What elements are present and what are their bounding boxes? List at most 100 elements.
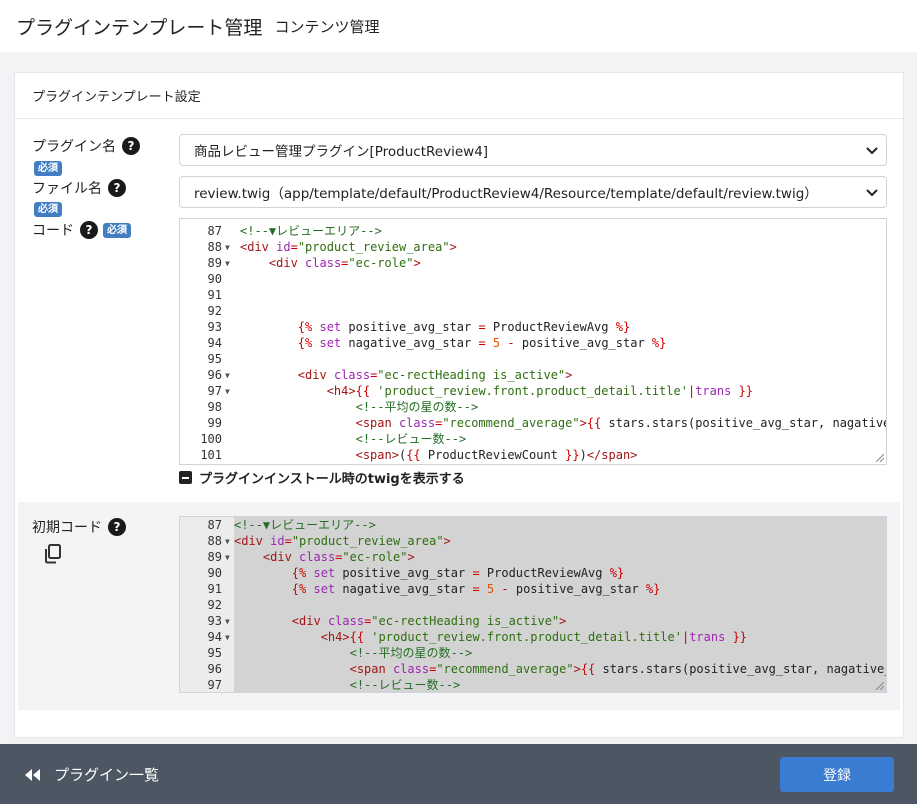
question-circle-icon[interactable]: ? [80, 221, 98, 239]
code-line: 92 [180, 597, 886, 613]
code-text: <div class="ec-role"> [268, 256, 421, 270]
action-footer: プラグイン一覧 登録 [0, 744, 917, 804]
line-number: 96 [207, 368, 222, 382]
page-subtitle: コンテンツ管理 [274, 17, 380, 36]
initial-code-editor[interactable]: 87 <!--▼レビューエリア--> 88 ▼ <div id="product_rev… [179, 516, 887, 693]
code-line: 87 <!--▼レビューエリア--> [180, 517, 886, 533]
fold-arrow-icon[interactable]: ▼ [225, 368, 230, 384]
line-number: 97 [207, 678, 222, 692]
file-select-value: review.twig（app/template/default/Product… [194, 186, 818, 202]
fold-arrow-icon[interactable]: ▼ [225, 534, 230, 550]
code-line: 88 ▼ <div id="product_review_area"> [180, 533, 886, 549]
page-header: プラグインテンプレート管理 コンテンツ管理 [0, 0, 917, 52]
code-text: <!--平均の星の数--> [355, 400, 479, 414]
toggle-label: プラグインインストール時のtwigを表示する [199, 472, 465, 487]
page-title: プラグインテンプレート管理 [16, 16, 263, 39]
fold-arrow-icon[interactable]: ▼ [225, 240, 230, 256]
question-circle-icon[interactable]: ? [108, 179, 126, 197]
code-line: 97 <!--レビュー数--> [180, 677, 886, 692]
code-line: 101 <span>({{ ProductReviewCount }})</sp… [180, 447, 886, 463]
code-text: <h4>{{ 'product_review.front.product_det… [326, 384, 754, 398]
file-name-label: ファイル名 ? [32, 178, 126, 198]
code-line: 88 ▼ <div id="product_review_area"> [180, 239, 886, 255]
code-line: 95 <!--平均の星の数--> [180, 645, 886, 661]
line-number: 88 [207, 240, 222, 254]
line-number: 87 [207, 518, 222, 532]
line-number: 93 [207, 614, 222, 628]
initial-code-label: 初期コード ? [32, 517, 126, 537]
code-line: 94 ▼ <h4>{{ 'product_review.front.product… [180, 629, 886, 645]
line-number: 90 [207, 272, 222, 286]
code-line: 96 <span class="recommend_average">{{ st… [180, 661, 886, 677]
file-select[interactable]: review.twig（app/template/default/Product… [179, 176, 887, 208]
code-label: コード ? [32, 220, 98, 240]
code-line: 94 {% set nagative_avg_star = 5 - positi… [180, 335, 886, 351]
code-line: 92 [180, 303, 886, 319]
line-number: 101 [200, 448, 222, 462]
code-editor[interactable]: 87 <!--▼レビューエリア--> 88 ▼ <div id="product_rev… [179, 218, 887, 465]
code-text: <!--レビュー数--> [355, 432, 467, 446]
code-line: 96 ▼ <div class="ec-rectHeading is_active… [180, 367, 886, 383]
question-circle-icon[interactable]: ? [108, 518, 126, 536]
code-line: 89 ▼ <div class="ec-role"> [180, 549, 886, 565]
code-line: 89 ▼ <div class="ec-role"> [180, 255, 886, 271]
fold-arrow-icon[interactable]: ▼ [225, 614, 230, 630]
line-number: 94 [207, 630, 222, 644]
show-install-twig-toggle[interactable]: プラグインインストール時のtwigを表示する [179, 468, 465, 487]
code-text: <span class="recommend_average">{{ stars… [355, 416, 887, 430]
line-number: 94 [207, 336, 222, 350]
question-circle-icon[interactable]: ? [122, 137, 140, 155]
line-number: 95 [207, 646, 222, 660]
required-badge: 必須 [34, 202, 62, 217]
required-badge: 必須 [34, 161, 62, 176]
code-text: <div id="product_review_area"> [240, 240, 457, 254]
line-number: 89 [207, 256, 222, 270]
plugin-name-label: プラグイン名 ? [32, 136, 140, 156]
code-text: <!--▼レビューエリア--> [240, 224, 382, 238]
code-text: <div class="ec-rectHeading is_active"> [297, 368, 573, 382]
fold-arrow-icon[interactable]: ▼ [225, 550, 230, 566]
line-number: 100 [200, 432, 222, 446]
code-line: 95 [180, 351, 886, 367]
code-line: 90 {% set positive_avg_star = ProductRev… [180, 565, 886, 581]
initial-code-label-text: 初期コード [32, 520, 102, 536]
code-text: {% set positive_avg_star = ProductReview… [291, 566, 625, 580]
code-line: 93 {% set positive_avg_star = ProductRev… [180, 319, 886, 335]
code-line: 99 <span class="recommend_average">{{ st… [180, 415, 886, 431]
code-text: <div id="product_review_area"> [234, 534, 451, 548]
line-number: 89 [207, 550, 222, 564]
code-text: {% set nagative_avg_star = 5 - positive_… [291, 582, 661, 596]
line-number: 99 [207, 416, 222, 430]
plugin-select-value: 商品レビュー管理プラグイン[ProductReview4] [194, 144, 489, 160]
required-badge: 必須 [103, 223, 131, 238]
code-line: 98 <!--平均の星の数--> [180, 399, 886, 415]
line-number: 93 [207, 320, 222, 334]
minus-square-icon [179, 471, 192, 484]
line-number: 91 [207, 582, 222, 596]
code-line: 93 ▼ <div class="ec-rectHeading is_active… [180, 613, 886, 629]
code-text: <span class="recommend_average">{{ stars… [349, 662, 887, 676]
fold-arrow-icon[interactable]: ▼ [225, 630, 230, 646]
code-line: 90 [180, 271, 886, 287]
code-line: 97 ▼ <h4>{{ 'product_review.front.product… [180, 383, 886, 399]
code-text: <!--レビュー数--> [349, 678, 461, 692]
code-text: <div class="ec-rectHeading is_active"> [291, 614, 567, 628]
chevron-down-icon [866, 147, 878, 155]
register-button[interactable]: 登録 [780, 757, 894, 792]
line-number: 92 [207, 598, 222, 612]
double-chevron-left-icon [25, 768, 40, 781]
plugin-select[interactable]: 商品レビュー管理プラグイン[ProductReview4] [179, 134, 887, 166]
file-name-label-text: ファイル名 [32, 181, 102, 197]
code-text: {% set nagative_avg_star = 5 - positive_… [297, 336, 667, 350]
code-line: 87 <!--▼レビューエリア--> [180, 223, 886, 239]
plugin-name-label-text: プラグイン名 [32, 139, 116, 155]
card-title: プラグインテンプレート設定 [15, 73, 903, 119]
code-text: <!--▼レビューエリア--> [234, 518, 376, 532]
back-to-plugin-list-link[interactable]: プラグイン一覧 [24, 764, 159, 785]
code-text: <div class="ec-role"> [262, 550, 415, 564]
fold-arrow-icon[interactable]: ▼ [225, 384, 230, 400]
line-number: 95 [207, 352, 222, 366]
line-number: 88 [207, 534, 222, 548]
copy-icon[interactable] [44, 544, 62, 564]
fold-arrow-icon[interactable]: ▼ [225, 256, 230, 272]
